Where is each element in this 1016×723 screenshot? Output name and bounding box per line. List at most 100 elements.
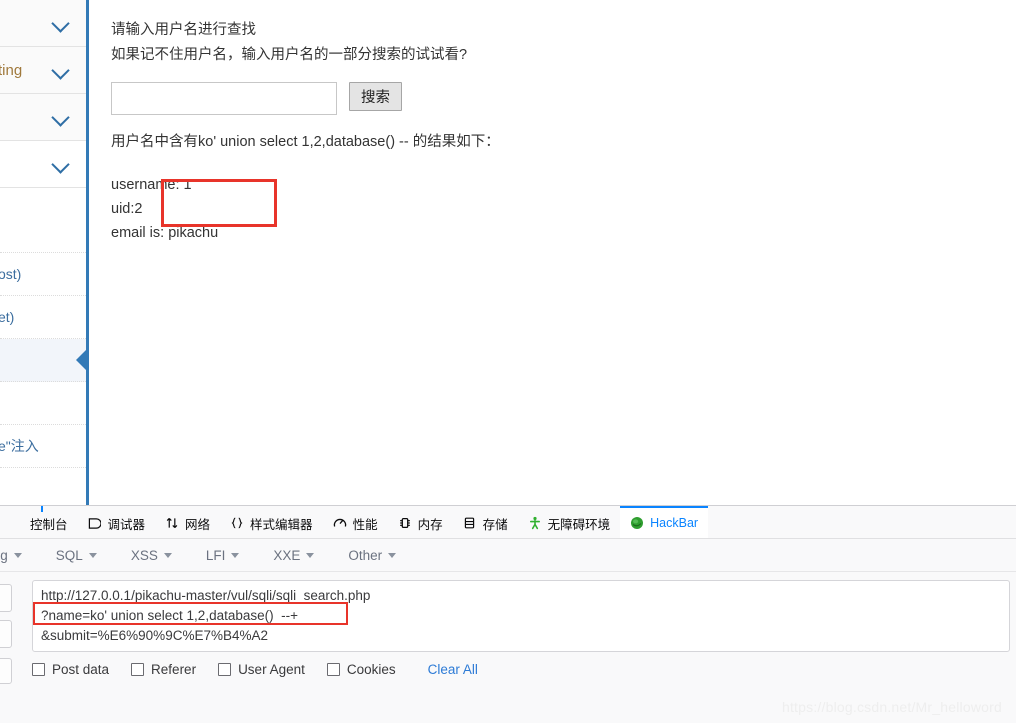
sidebar-item-0[interactable]	[0, 210, 86, 253]
search-button[interactable]: 搜索	[349, 82, 402, 111]
checkbox-icon[interactable]	[218, 663, 232, 676]
checkbox-icon[interactable]	[326, 663, 340, 676]
tab-label: 样式编辑器	[250, 517, 313, 532]
storage-icon	[463, 516, 477, 530]
sidebar-group-0[interactable]	[0, 0, 86, 47]
hackbar-menu-xss[interactable]: XSS	[114, 548, 189, 563]
option-label: Post data	[52, 662, 110, 677]
accessibility-icon	[528, 516, 542, 530]
chevron-down-icon	[50, 153, 72, 175]
search-input[interactable]	[111, 82, 337, 115]
tab-label: 控制台	[30, 517, 68, 532]
sidebar-item-5[interactable]: e"注入	[0, 425, 86, 468]
sidebar-item-label: e"注入	[0, 438, 39, 454]
tab-label: 存储	[482, 517, 508, 532]
sidebar-group-label: ting	[0, 61, 23, 79]
chevron-down-icon	[388, 552, 397, 558]
tab-label: 网络	[185, 517, 211, 532]
sidebar-group-2[interactable]	[0, 94, 86, 141]
hackbar-menu-other[interactable]: Other	[331, 548, 413, 563]
sidebar-item-3-active[interactable]	[0, 339, 86, 382]
checkbox-icon[interactable]	[131, 663, 145, 676]
chevron-down-icon	[50, 12, 72, 34]
chevron-down-icon	[306, 552, 315, 558]
chevron-down-icon	[163, 552, 172, 558]
tab-hackbar[interactable]: HackBar	[620, 506, 709, 538]
chevron-down-icon	[13, 552, 22, 558]
option-label: Referer	[151, 662, 197, 677]
debugger-icon	[88, 516, 102, 530]
chevron-down-icon	[231, 552, 240, 558]
hackbar-icon	[630, 516, 644, 530]
menu-label: coding	[0, 547, 8, 563]
option-label: Cookies	[346, 662, 396, 677]
menu-label: XXE	[273, 547, 301, 563]
console-icon	[10, 516, 24, 530]
url-textarea[interactable]: http://127.0.0.1/pikachu-master/vul/sqli…	[32, 580, 1010, 652]
main-content: 请输入用户名进行查找 如果记不住用户名，输入用户名的一部分搜索的试试看? 搜索 …	[89, 0, 1016, 505]
screenshot-root: ting ost) et)	[0, 0, 1016, 723]
sidebar-item-4[interactable]	[0, 382, 86, 425]
result-line-username: username: 1	[111, 177, 192, 193]
hackbar-menu-xxe[interactable]: XXE	[256, 548, 331, 563]
sidebar-item-1[interactable]: ost)	[0, 253, 86, 296]
sidebar-spacer	[0, 188, 86, 210]
sidebar-group-3[interactable]	[0, 141, 86, 188]
tab-network[interactable]: 网络	[155, 506, 220, 538]
checkbox-icon[interactable]	[32, 663, 45, 676]
active-caret-icon	[76, 347, 86, 373]
style-editor-icon	[230, 516, 244, 530]
menu-label: Other	[348, 547, 383, 563]
sidebar-group-1[interactable]: ting	[0, 47, 86, 94]
split-url-button[interactable]	[0, 620, 12, 648]
result-block: username: 1 uid:2 email is: pikachu	[111, 173, 1016, 245]
tab-memory[interactable]: 内存	[388, 506, 453, 538]
hackbar-menu-sql[interactable]: SQL	[39, 548, 114, 563]
menu-label: SQL	[55, 547, 83, 563]
hackbar-options-row: Post data Referer User Agent Cookies Cle…	[32, 662, 478, 677]
option-user-agent[interactable]: User Agent	[218, 662, 305, 677]
tab-label: 无障碍环境	[547, 517, 611, 532]
hackbar-menu-bar: coding SQL XSS LFI XXE Other	[0, 539, 1016, 572]
tab-performance[interactable]: 性能	[323, 506, 388, 538]
sidebar-item-label: ost)	[0, 266, 22, 282]
clear-all-link[interactable]: Clear All	[428, 662, 478, 677]
execute-button[interactable]	[0, 584, 12, 612]
chevron-down-icon	[88, 552, 97, 558]
devtools-panel: 控制台 调试器 网络 样式编辑器 性能 内存 存储 无障碍环境 HackBar …	[0, 505, 1016, 723]
memory-icon	[398, 516, 412, 530]
url-line-3: &submit=%E6%90%9C%E7%B4%A2	[41, 628, 268, 643]
option-post-data[interactable]: Post data	[32, 662, 109, 677]
result-header: 用户名中含有ko' union select 1,2,database() --…	[111, 134, 500, 150]
result-line-email: email is: pikachu	[111, 225, 219, 241]
tab-storage[interactable]: 存储	[453, 506, 518, 538]
network-icon	[165, 516, 179, 530]
menu-label: LFI	[205, 547, 226, 563]
tab-style-editor[interactable]: 样式编辑器	[220, 506, 323, 538]
tab-accessibility[interactable]: 无障碍环境	[518, 506, 621, 538]
chevron-down-icon	[50, 106, 72, 128]
hackbar-menu-encoding[interactable]: coding	[0, 548, 39, 563]
load-url-button[interactable]	[0, 658, 12, 684]
menu-label: XSS	[130, 547, 158, 563]
tab-label: 性能	[352, 517, 378, 532]
tab-label: 内存	[417, 517, 443, 532]
tab-label: HackBar	[650, 516, 699, 530]
tab-label: 调试器	[107, 517, 146, 532]
option-label: User Agent	[238, 662, 305, 677]
tab-debugger[interactable]: 调试器	[78, 506, 156, 538]
tab-console[interactable]: 控制台	[0, 506, 78, 538]
prompt-line-2: 如果记不住用户名，输入用户名的一部分搜索的试试看?	[111, 47, 468, 63]
hackbar-menu-lfi[interactable]: LFI	[189, 548, 257, 563]
sidebar-item-2[interactable]: et)	[0, 296, 86, 339]
sidebar: ting ost) et)	[0, 0, 89, 505]
option-cookies[interactable]: Cookies	[326, 662, 396, 677]
chevron-down-icon	[50, 59, 72, 81]
prompt-line-1: 请输入用户名进行查找	[111, 22, 256, 38]
browser-page-area: ting ost) et)	[0, 0, 1016, 505]
watermark: https://blog.csdn.net/Mr_helloword	[781, 699, 1002, 715]
search-row: 搜索	[111, 82, 1016, 115]
option-referer[interactable]: Referer	[131, 662, 196, 677]
sidebar-item-label: et)	[0, 309, 15, 325]
result-line-uid: uid:2	[111, 201, 143, 217]
